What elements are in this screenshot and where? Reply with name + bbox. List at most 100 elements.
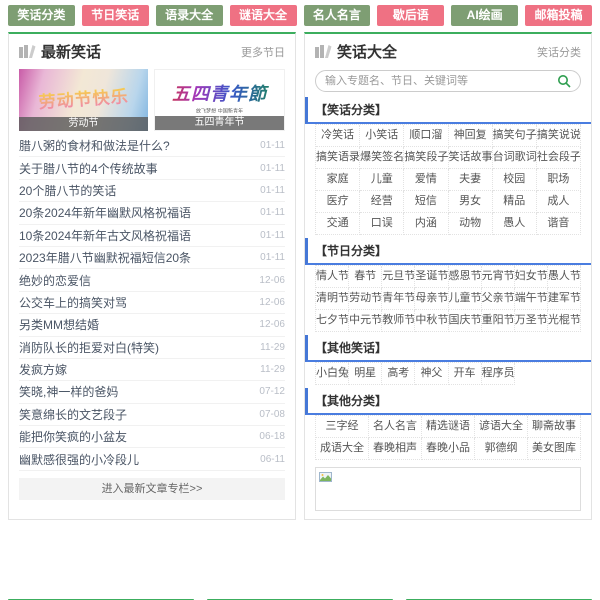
- other-category-tag[interactable]: 美女图库: [528, 438, 581, 460]
- youth-day-banner[interactable]: 五四青年節 放飞梦想 中国新青年 五四青年节: [154, 69, 285, 131]
- category-tag[interactable]: 笑话故事: [449, 147, 493, 169]
- festival-tag[interactable]: 元旦节: [382, 266, 415, 288]
- festival-tag[interactable]: 万圣节: [515, 310, 548, 332]
- category-tag[interactable]: 搞笑语录: [316, 147, 360, 169]
- nav-button[interactable]: 节日笑话: [82, 5, 149, 26]
- other-category-tag[interactable]: 名人名言: [369, 416, 422, 438]
- festival-tag[interactable]: 圣诞节: [415, 266, 448, 288]
- article-row[interactable]: 2023年腊八节幽默祝福短信20条 01-11: [19, 247, 285, 269]
- category-tag[interactable]: 职场: [537, 169, 581, 191]
- category-tag[interactable]: 冷笑话: [316, 125, 360, 147]
- nav-button[interactable]: 歇后语: [377, 5, 444, 26]
- other-category-tag[interactable]: 聊斋故事: [528, 416, 581, 438]
- category-tag[interactable]: 口误: [360, 213, 404, 235]
- festival-tag[interactable]: 母亲节: [415, 288, 448, 310]
- category-tag[interactable]: 家庭: [316, 169, 360, 191]
- nav-button[interactable]: 语录大全: [156, 5, 223, 26]
- article-row[interactable]: 20条2024年新年幽默风格祝福语 01-11: [19, 202, 285, 224]
- category-tag[interactable]: 成人: [537, 191, 581, 213]
- nav-button[interactable]: 谜语大全: [230, 5, 297, 26]
- article-row[interactable]: 能把你笑疯的小盆友 06-18: [19, 426, 285, 448]
- festival-tag[interactable]: 清明节: [316, 288, 349, 310]
- other-joke-tag[interactable]: 神父: [415, 363, 448, 385]
- festival-tag[interactable]: 儿童节: [449, 288, 482, 310]
- festival-tag[interactable]: 父亲节: [482, 288, 515, 310]
- other-joke-tag[interactable]: 明星: [349, 363, 382, 385]
- other-joke-tag[interactable]: 程序员: [482, 363, 515, 385]
- article-row[interactable]: 公交车上的搞笑对骂 12-06: [19, 292, 285, 314]
- festival-tag[interactable]: 中元节: [349, 310, 382, 332]
- article-row[interactable]: 另类MM想结婚 12-06: [19, 314, 285, 336]
- labor-day-banner[interactable]: 劳动节快乐 劳动节: [19, 69, 148, 131]
- festival-tag[interactable]: 春节: [349, 266, 382, 288]
- article-row[interactable]: 幽默感很强的小冷段儿 06-11: [19, 448, 285, 470]
- nav-button[interactable]: 笑话分类: [8, 5, 75, 26]
- festival-tag[interactable]: 感恩节: [449, 266, 482, 288]
- article-row[interactable]: 绝妙的恋爱信 12-06: [19, 269, 285, 291]
- other-category-tag[interactable]: 谚语大全: [475, 416, 528, 438]
- festival-tag[interactable]: 妇女节: [515, 266, 548, 288]
- category-tag[interactable]: 愚人: [493, 213, 537, 235]
- category-tag[interactable]: 交通: [316, 213, 360, 235]
- other-category-tag[interactable]: 成语大全: [316, 438, 369, 460]
- festival-tag[interactable]: 端午节: [515, 288, 548, 310]
- festival-tag[interactable]: 中秋节: [415, 310, 448, 332]
- article-row[interactable]: 消防队长的拒爱对白(特笑) 11-29: [19, 337, 285, 359]
- festival-tag[interactable]: 劳动节: [349, 288, 382, 310]
- nav-button[interactable]: 邮箱投稿: [525, 5, 592, 26]
- other-category-tag[interactable]: 精选谜语: [422, 416, 475, 438]
- ad-image-placeholder[interactable]: [315, 467, 581, 511]
- article-row[interactable]: 笑意绵长的文艺段子 07-08: [19, 404, 285, 426]
- other-category-tag[interactable]: 春晚相声: [369, 438, 422, 460]
- article-row[interactable]: 10条2024年新年古文风格祝福语 01-11: [19, 225, 285, 247]
- category-tag[interactable]: 医疗: [316, 191, 360, 213]
- other-joke-tag[interactable]: 小白兔: [316, 363, 349, 385]
- category-tag[interactable]: 动物: [449, 213, 493, 235]
- category-tag[interactable]: 神回复: [449, 125, 493, 147]
- festival-tag[interactable]: 重阳节: [482, 310, 515, 332]
- other-joke-tag[interactable]: 开车: [449, 363, 482, 385]
- other-category-tag[interactable]: 春晚小品: [422, 438, 475, 460]
- article-row[interactable]: 腊八粥的食材和做法是什么? 01-11: [19, 135, 285, 157]
- article-row[interactable]: 关于腊八节的4个传统故事 01-11: [19, 157, 285, 179]
- festival-tag[interactable]: 七夕节: [316, 310, 349, 332]
- festival-tag[interactable]: 光棍节: [548, 310, 581, 332]
- category-tag[interactable]: 社会段子: [537, 147, 581, 169]
- festival-tag[interactable]: 国庆节: [449, 310, 482, 332]
- more-festivals-link[interactable]: 更多节日: [241, 44, 285, 60]
- festival-tag[interactable]: 青年节: [382, 288, 415, 310]
- nav-button[interactable]: 名人名言: [304, 5, 371, 26]
- article-row[interactable]: 20个腊八节的笑话 01-11: [19, 180, 285, 202]
- joke-categories-link[interactable]: 笑话分类: [537, 44, 581, 60]
- category-tag[interactable]: 儿童: [360, 169, 404, 191]
- category-tag[interactable]: 经营: [360, 191, 404, 213]
- category-tag[interactable]: 谐音: [537, 213, 581, 235]
- enter-latest-articles-button[interactable]: 进入最新文章专栏>>: [19, 478, 285, 500]
- festival-tag[interactable]: 愚人节: [548, 266, 581, 288]
- category-tag[interactable]: 搞笑段子: [404, 147, 448, 169]
- category-tag[interactable]: 男女: [449, 191, 493, 213]
- category-tag[interactable]: 爆笑签名: [360, 147, 404, 169]
- festival-tag[interactable]: 教师节: [382, 310, 415, 332]
- category-tag[interactable]: 顺口溜: [404, 125, 448, 147]
- category-tag[interactable]: 小笑话: [360, 125, 404, 147]
- other-category-tag[interactable]: 郭德纲: [475, 438, 528, 460]
- article-row[interactable]: 发疯方嫁 11-29: [19, 359, 285, 381]
- other-category-tag[interactable]: 三字经: [316, 416, 369, 438]
- festival-tag[interactable]: 情人节: [316, 266, 349, 288]
- category-tag[interactable]: 内涵: [404, 213, 448, 235]
- festival-tag[interactable]: 元宵节: [482, 266, 515, 288]
- article-row[interactable]: 笑晓,神一样的爸妈 07-12: [19, 381, 285, 403]
- category-tag[interactable]: 搞笑说说: [537, 125, 581, 147]
- festival-tag[interactable]: 建军节: [548, 288, 581, 310]
- nav-button[interactable]: AI绘画: [451, 5, 518, 26]
- search-icon[interactable]: [557, 74, 571, 88]
- category-tag[interactable]: 夫妻: [449, 169, 493, 191]
- category-tag[interactable]: 校园: [493, 169, 537, 191]
- category-tag[interactable]: 短信: [404, 191, 448, 213]
- category-tag[interactable]: 精品: [493, 191, 537, 213]
- category-tag[interactable]: 台词歌词: [493, 147, 537, 169]
- category-tag[interactable]: 搞笑句子: [493, 125, 537, 147]
- other-joke-tag[interactable]: 高考: [382, 363, 415, 385]
- search-input[interactable]: [325, 75, 557, 87]
